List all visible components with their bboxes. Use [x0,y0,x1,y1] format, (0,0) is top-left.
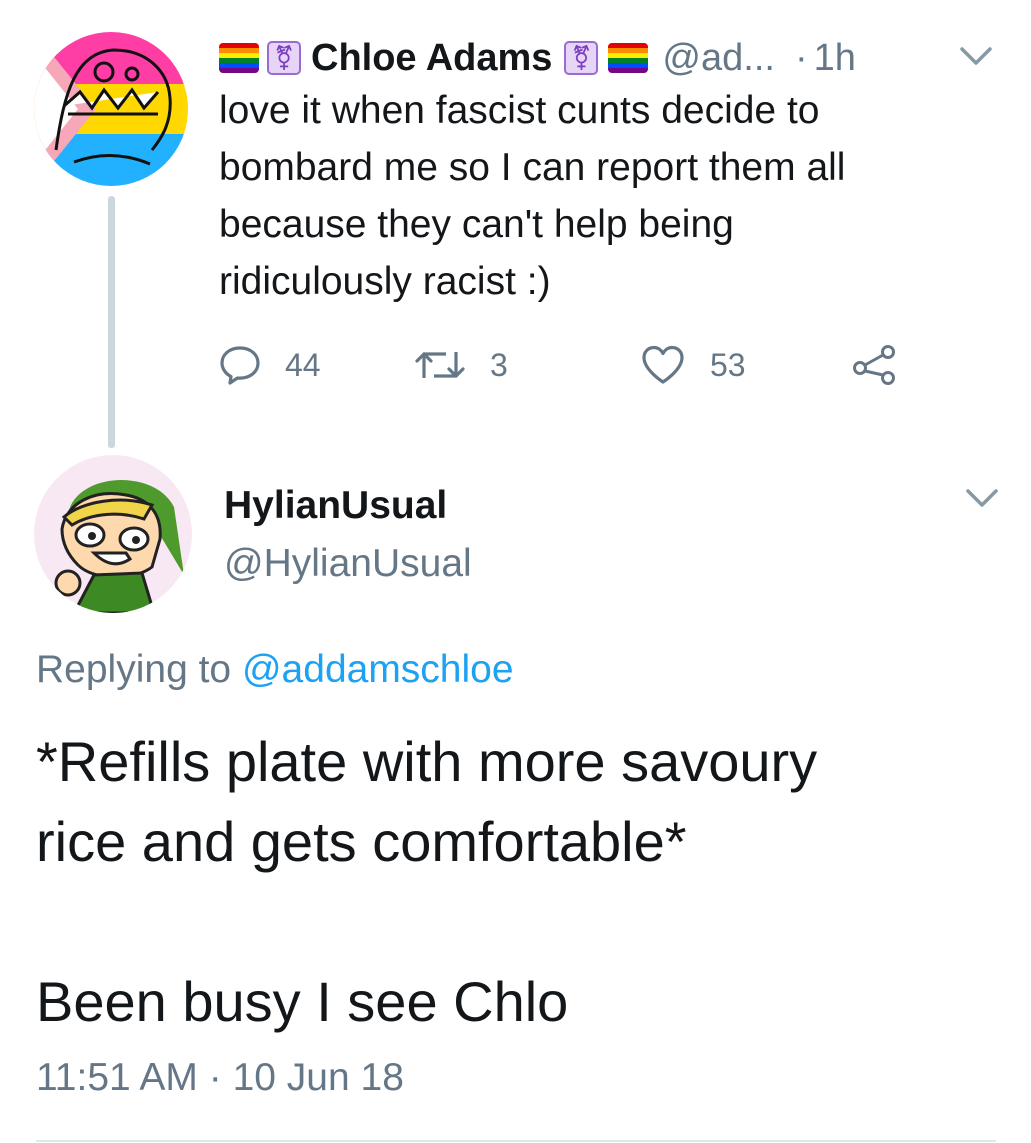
parent-author-name[interactable]: Chloe Adams [311,37,552,80]
reply-time: 11:51 AM [36,1056,198,1099]
share-icon [853,345,895,385]
chloe-avatar-image [34,32,188,186]
replying-to-prefix: Replying to [36,648,232,691]
rainbow-flag-icon [219,43,259,73]
reply-button[interactable]: 44 [219,344,321,386]
heart-icon [642,345,684,384]
parent-author-handle[interactable]: @ad... [662,37,775,80]
retweet-count: 3 [490,346,508,383]
like-count: 53 [710,346,746,383]
bottom-divider [36,1140,996,1142]
hylian-avatar[interactable] [34,455,192,613]
parent-tweet-text: love it when fascist cunts decide to bom… [219,89,846,303]
chevron-down-icon[interactable] [964,486,1000,510]
replying-to-line: Replying to @addamschloe [36,648,514,692]
chloe-avatar[interactable] [34,32,188,186]
reply-author-name[interactable]: HylianUsual [224,484,447,528]
replying-to-handle-link[interactable]: @addamschloe [242,648,514,691]
hylian-avatar-image [34,455,192,613]
transgender-symbol-icon: ⚧ [564,41,599,75]
reply-author-handle[interactable]: @HylianUsual [224,542,472,586]
reply-tweet-text: *Refills plate with more savoury rice an… [36,730,818,1033]
thread-connector-line [108,196,115,448]
retweet-button[interactable]: 3 [414,344,508,386]
like-button[interactable]: 53 [640,344,746,386]
transgender-symbol-icon: ⚧ [267,41,301,75]
reply-timestamp[interactable]: 11:51 AM · 10 Jun 18 [36,1056,404,1100]
share-button[interactable] [850,344,898,386]
timestamp-separator: · [208,1056,222,1099]
parent-tweet-time[interactable]: 1h [814,37,856,80]
header-separator: · [794,36,808,79]
chevron-down-icon[interactable] [958,44,994,68]
retweet-icon [415,352,465,378]
parent-tweet-header: ⚧ Chloe Adams ⚧ @ad... · 1h [219,30,856,86]
reply-count: 44 [285,346,321,383]
reply-date: 10 Jun 18 [232,1056,404,1099]
rainbow-flag-icon [608,43,649,73]
reply-icon [220,346,260,385]
